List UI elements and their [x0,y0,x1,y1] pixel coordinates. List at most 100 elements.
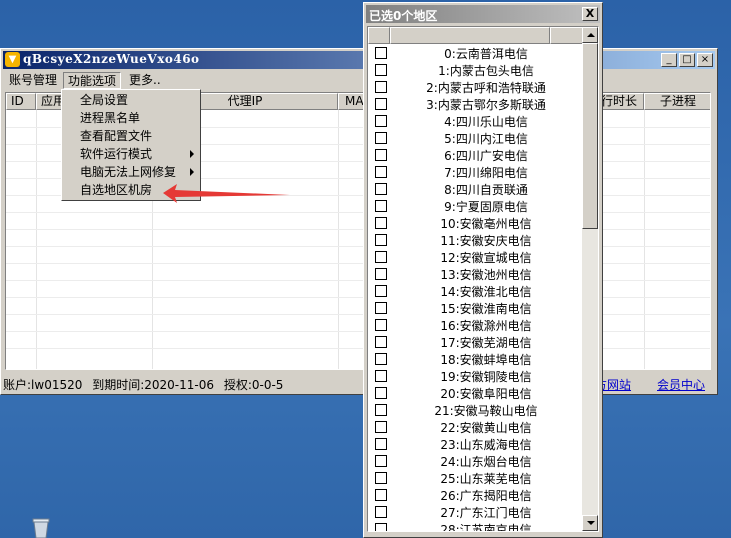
region-checkbox[interactable] [375,200,387,212]
minimize-button[interactable]: _ [661,53,677,67]
region-row[interactable]: 25:山东莱芜电信 [368,469,584,486]
region-checkbox[interactable] [375,404,387,416]
region-row[interactable]: 16:安徽滁州电信 [368,316,584,333]
region-checkbox[interactable] [375,489,387,501]
region-checkbox[interactable] [375,234,387,246]
region-panel-title: 已选0个地区 [369,9,438,23]
region-row[interactable]: 21:安徽马鞍山电信 [368,401,584,418]
region-row[interactable]: 26:广东揭阳电信 [368,486,584,503]
region-label: 25:山东莱芜电信 [440,472,532,486]
region-checkbox[interactable] [375,115,387,127]
region-checkbox[interactable] [375,98,387,110]
region-row[interactable]: 4:四川乐山电信 [368,112,584,129]
maximize-button[interactable]: □ [679,53,695,67]
region-row[interactable]: 13:安徽池州电信 [368,265,584,282]
col-id[interactable]: ID [6,93,36,110]
scroll-up-button[interactable] [582,27,598,43]
region-label: 2:内蒙古呼和浩特联通 [426,81,546,95]
region-checkbox[interactable] [375,81,387,93]
region-checkbox[interactable] [375,523,387,531]
region-scrollbar[interactable] [582,27,598,531]
region-checkbox[interactable] [375,506,387,518]
menu-options[interactable]: 功能选项 [63,72,122,89]
region-panel-close-button[interactable]: X [582,7,598,21]
region-checkbox[interactable] [375,183,387,195]
region-checkbox[interactable] [375,336,387,348]
close-button[interactable]: × [697,53,713,67]
region-row[interactable]: 23:山东威海电信 [368,435,584,452]
scroll-down-button[interactable] [582,515,598,531]
menu-item-run-mode[interactable]: 软件运行模式 [80,145,152,163]
region-label: 12:安徽宣城电信 [440,251,532,265]
region-checkbox[interactable] [375,472,387,484]
region-row[interactable]: 5:四川内江电信 [368,129,584,146]
region-row[interactable]: 20:安徽阜阳电信 [368,384,584,401]
region-checkbox[interactable] [375,353,387,365]
region-header-extra[interactable] [550,27,584,44]
region-row[interactable]: 11:安徽安庆电信 [368,231,584,248]
menu-item-choose-region[interactable]: 自选地区机房 [80,181,152,199]
status-auth: 授权:0-0-5 [223,378,284,392]
region-row[interactable]: 18:安徽蚌埠电信 [368,350,584,367]
main-titlebar[interactable]: ▼ qBcsyeX2nzeWueVxo46o _ □ × [3,51,715,69]
region-checkbox[interactable] [375,370,387,382]
region-row[interactable]: 28:江苏南京电信 [368,520,584,531]
region-checkbox[interactable] [375,319,387,331]
region-checkbox[interactable] [375,149,387,161]
region-header-name[interactable] [390,27,550,44]
region-row[interactable]: 1:内蒙古包头电信 [368,61,584,78]
region-label: 21:安徽马鞍山电信 [434,404,538,418]
red-arrow-annotation [163,184,290,203]
region-label: 11:安徽安庆电信 [440,234,532,248]
region-label: 4:四川乐山电信 [444,115,528,129]
region-label: 13:安徽池州电信 [440,268,532,282]
region-label: 7:四川绵阳电信 [444,166,528,180]
menu-bar: 账号管理 功能选项 更多.. [3,70,715,90]
region-checkbox[interactable] [375,217,387,229]
region-checkbox[interactable] [375,421,387,433]
region-checkbox[interactable] [375,268,387,280]
region-label: 22:安徽黄山电信 [440,421,532,435]
recycle-bin-icon[interactable] [30,516,52,538]
region-checkbox[interactable] [375,132,387,144]
region-checkbox[interactable] [375,47,387,59]
region-checkbox[interactable] [375,455,387,467]
scroll-thumb[interactable] [582,43,598,229]
region-checkbox[interactable] [375,251,387,263]
region-label: 24:山东烟台电信 [440,455,532,469]
region-row[interactable]: 3:内蒙古鄂尔多斯联通 [368,95,584,112]
region-checkbox[interactable] [375,302,387,314]
col-subprocess[interactable]: 子进程 [644,93,710,110]
menu-item-view-config[interactable]: 查看配置文件 [80,127,152,145]
menu-account[interactable]: 账号管理 [5,72,61,89]
menu-item-global-settings[interactable]: 全局设置 [80,91,128,109]
region-header-check[interactable] [368,27,390,44]
main-window-title: qBcsyeX2nzeWueVxo46o [23,52,200,66]
region-checkbox[interactable] [375,166,387,178]
region-checkbox[interactable] [375,438,387,450]
region-row[interactable]: 10:安徽亳州电信 [368,214,584,231]
member-center-link[interactable]: 会员中心 [657,376,705,393]
region-row[interactable]: 12:安徽宣城电信 [368,248,584,265]
region-row[interactable]: 0:云南普洱电信 [368,44,584,61]
region-list[interactable]: 0:云南普洱电信 1:内蒙古包头电信 2:内蒙古呼和浩特联通 3:内蒙古鄂尔多斯联通 4… [367,26,599,532]
region-checkbox[interactable] [375,64,387,76]
region-checkbox[interactable] [375,387,387,399]
region-row[interactable]: 17:安徽芜湖电信 [368,333,584,350]
region-row[interactable]: 2:内蒙古呼和浩特联通 [368,78,584,95]
menu-item-process-blacklist[interactable]: 进程黑名单 [80,109,140,127]
region-row[interactable]: 15:安徽淮南电信 [368,299,584,316]
menu-more[interactable]: 更多.. [125,72,165,89]
region-row[interactable]: 8:四川自贡联通 [368,180,584,197]
region-row[interactable]: 24:山东烟台电信 [368,452,584,469]
region-checkbox[interactable] [375,285,387,297]
region-panel-titlebar[interactable]: 已选0个地区 X [366,5,600,23]
region-label: 8:四川自贡联通 [444,183,528,197]
region-row[interactable]: 14:安徽淮北电信 [368,282,584,299]
region-row[interactable]: 6:四川广安电信 [368,146,584,163]
region-row[interactable]: 7:四川绵阳电信 [368,163,584,180]
region-row[interactable]: 9:宁夏固原电信 [368,197,584,214]
region-row[interactable]: 22:安徽黄山电信 [368,418,584,435]
region-row[interactable]: 19:安徽铜陵电信 [368,367,584,384]
region-row[interactable]: 27:广东江门电信 [368,503,584,520]
